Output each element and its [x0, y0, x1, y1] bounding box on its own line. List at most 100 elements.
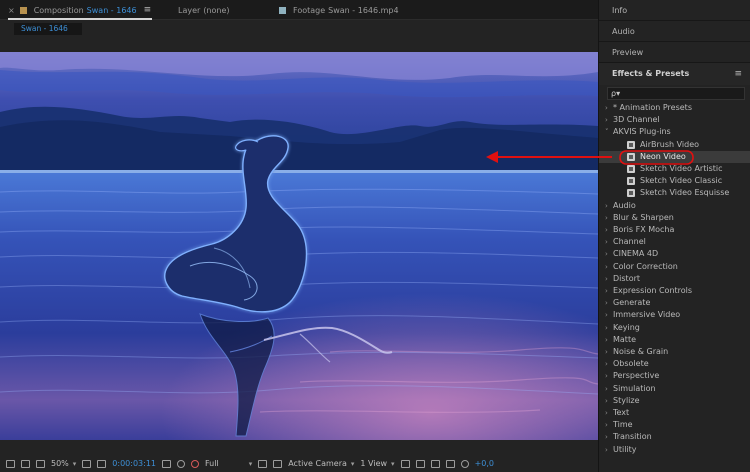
viewer-tab-bar: × Composition Swan - 1646 ≡ Layer (none)…: [0, 0, 598, 20]
monitor-icon[interactable]: [21, 459, 30, 468]
fit-frame-icon[interactable]: [82, 459, 92, 468]
timeline-icon[interactable]: [430, 459, 440, 468]
chevron-right-icon[interactable]: ›: [605, 285, 608, 297]
chevron-right-icon[interactable]: ›: [605, 224, 608, 236]
chevron-down-icon[interactable]: ˅: [605, 126, 609, 138]
effect-category-label: Simulation: [613, 383, 656, 393]
vr-goggles-icon[interactable]: [36, 459, 45, 468]
effect-category-label: Stylize: [613, 395, 640, 405]
region-of-interest-icon[interactable]: [258, 459, 268, 468]
effect-item-sketch-video-classic[interactable]: Sketch Video Classic: [599, 175, 750, 187]
chevron-right-icon[interactable]: ›: [605, 334, 608, 346]
color-channel-icon[interactable]: [191, 459, 200, 468]
composition-breadcrumb[interactable]: Swan - 1646: [14, 23, 82, 35]
effect-item-sketch-video-artistic[interactable]: Sketch Video Artistic: [599, 163, 750, 175]
snapshot-camera-icon[interactable]: [162, 459, 172, 468]
effects-search-input[interactable]: ρ▾: [607, 87, 745, 100]
effect-category-matte[interactable]: › Matte: [599, 334, 750, 346]
exposure-value[interactable]: +0,0: [475, 459, 494, 468]
effect-category-distort[interactable]: › Distort: [599, 273, 750, 285]
chevron-down-icon[interactable]: ▾: [351, 460, 355, 468]
effect-category-immersive-video[interactable]: › Immersive Video: [599, 309, 750, 321]
chevron-right-icon[interactable]: ›: [605, 248, 608, 260]
effect-category-transition[interactable]: › Transition: [599, 431, 750, 443]
viewer-toolbar: 50% ▾ 0:00:03:11 Full ▾ Active Camera ▾ …: [0, 455, 598, 472]
view-layout-dropdown[interactable]: 1 View: [360, 459, 387, 468]
effect-category-animation-presets[interactable]: › * Animation Presets: [599, 102, 750, 114]
hamburger-menu-icon[interactable]: ≡: [144, 5, 152, 15]
effect-category-label: Obsolete: [613, 359, 649, 369]
chevron-right-icon[interactable]: ›: [605, 212, 608, 224]
effect-category-label: Matte: [613, 334, 636, 344]
flowchart-icon[interactable]: [445, 459, 455, 468]
effects-presets-header[interactable]: Effects & Presets ≡: [599, 63, 750, 85]
effect-item-sketch-video-esquisse[interactable]: Sketch Video Esquisse: [599, 187, 750, 199]
chevron-right-icon[interactable]: ›: [605, 322, 608, 334]
effect-category-color-correction[interactable]: › Color Correction: [599, 261, 750, 273]
hamburger-menu-icon[interactable]: ≡: [734, 63, 742, 85]
chevron-down-icon[interactable]: ▾: [73, 460, 77, 468]
effect-category-simulation[interactable]: › Simulation: [599, 383, 750, 395]
resolution-dropdown[interactable]: Full: [205, 459, 219, 468]
effect-category-3d-channel[interactable]: › 3D Channel: [599, 114, 750, 126]
effect-category-text[interactable]: › Text: [599, 407, 750, 419]
transparency-grid-icon[interactable]: [273, 459, 283, 468]
tab-composition[interactable]: × Composition Swan - 1646 ≡: [8, 0, 151, 20]
zoom-dropdown[interactable]: 50%: [51, 459, 69, 468]
chevron-right-icon[interactable]: ›: [605, 383, 608, 395]
chevron-right-icon[interactable]: ›: [605, 395, 608, 407]
effect-category-utility[interactable]: › Utility: [599, 444, 750, 456]
effect-item-airbrush-video[interactable]: AirBrush Video: [599, 139, 750, 151]
effect-item-neon-video[interactable]: Neon Video: [599, 150, 750, 163]
effect-category-perspective[interactable]: › Perspective: [599, 370, 750, 382]
effect-category-boris-fx-mocha[interactable]: › Boris FX Mocha: [599, 224, 750, 236]
chevron-right-icon[interactable]: ›: [605, 346, 608, 358]
tab-layer-name: (none): [203, 5, 230, 15]
chevron-right-icon[interactable]: ›: [605, 102, 608, 114]
tab-layer[interactable]: Layer (none): [178, 0, 230, 20]
effect-category-cinema-4d[interactable]: › CINEMA 4D: [599, 248, 750, 260]
effect-category-audio[interactable]: › Audio: [599, 200, 750, 212]
preview-panel-header[interactable]: Preview: [599, 42, 750, 63]
effect-category-akvis-plug-ins[interactable]: ˅ AKVIS Plug-ins: [599, 126, 750, 138]
grid-guides-icon[interactable]: [97, 459, 107, 468]
close-icon[interactable]: ×: [8, 6, 15, 15]
effect-category-generate[interactable]: › Generate: [599, 297, 750, 309]
composition-viewer: × Composition Swan - 1646 ≡ Layer (none)…: [0, 0, 598, 472]
chevron-right-icon[interactable]: ›: [605, 431, 608, 443]
show-snapshot-icon[interactable]: [177, 459, 186, 468]
tab-footage[interactable]: Footage Swan - 1646.mp4: [279, 0, 399, 20]
effect-category-expression-controls[interactable]: › Expression Controls: [599, 285, 750, 297]
chevron-right-icon[interactable]: ›: [605, 370, 608, 382]
effect-category-time[interactable]: › Time: [599, 419, 750, 431]
effect-category-label: Audio: [613, 200, 636, 210]
info-panel-header[interactable]: Info: [599, 0, 750, 21]
chevron-right-icon[interactable]: ›: [605, 273, 608, 285]
chevron-right-icon[interactable]: ›: [605, 358, 608, 370]
effect-category-noise-grain[interactable]: › Noise & Grain: [599, 346, 750, 358]
camera-dropdown[interactable]: Active Camera: [288, 459, 347, 468]
reset-exposure-icon[interactable]: [460, 459, 469, 468]
chevron-right-icon[interactable]: ›: [605, 297, 608, 309]
chevron-down-icon[interactable]: ▾: [249, 460, 253, 468]
chevron-right-icon[interactable]: ›: [605, 309, 608, 321]
effect-category-blur-sharpen[interactable]: › Blur & Sharpen: [599, 212, 750, 224]
effect-category-obsolete[interactable]: › Obsolete: [599, 358, 750, 370]
chevron-right-icon[interactable]: ›: [605, 419, 608, 431]
chevron-right-icon[interactable]: ›: [605, 444, 608, 456]
chevron-right-icon[interactable]: ›: [605, 236, 608, 248]
chevron-right-icon[interactable]: ›: [605, 407, 608, 419]
pixel-aspect-icon[interactable]: [400, 459, 410, 468]
fast-preview-icon[interactable]: [415, 459, 425, 468]
effect-category-keying[interactable]: › Keying: [599, 322, 750, 334]
always-preview-icon[interactable]: [6, 459, 15, 468]
composition-canvas[interactable]: [0, 52, 598, 440]
chevron-right-icon[interactable]: ›: [605, 200, 608, 212]
chevron-right-icon[interactable]: ›: [605, 114, 608, 126]
audio-panel-header[interactable]: Audio: [599, 21, 750, 42]
chevron-right-icon[interactable]: ›: [605, 261, 608, 273]
chevron-down-icon[interactable]: ▾: [391, 460, 395, 468]
effect-category-stylize[interactable]: › Stylize: [599, 395, 750, 407]
timecode-display[interactable]: 0:00:03:11: [112, 459, 156, 468]
effect-category-channel[interactable]: › Channel: [599, 236, 750, 248]
